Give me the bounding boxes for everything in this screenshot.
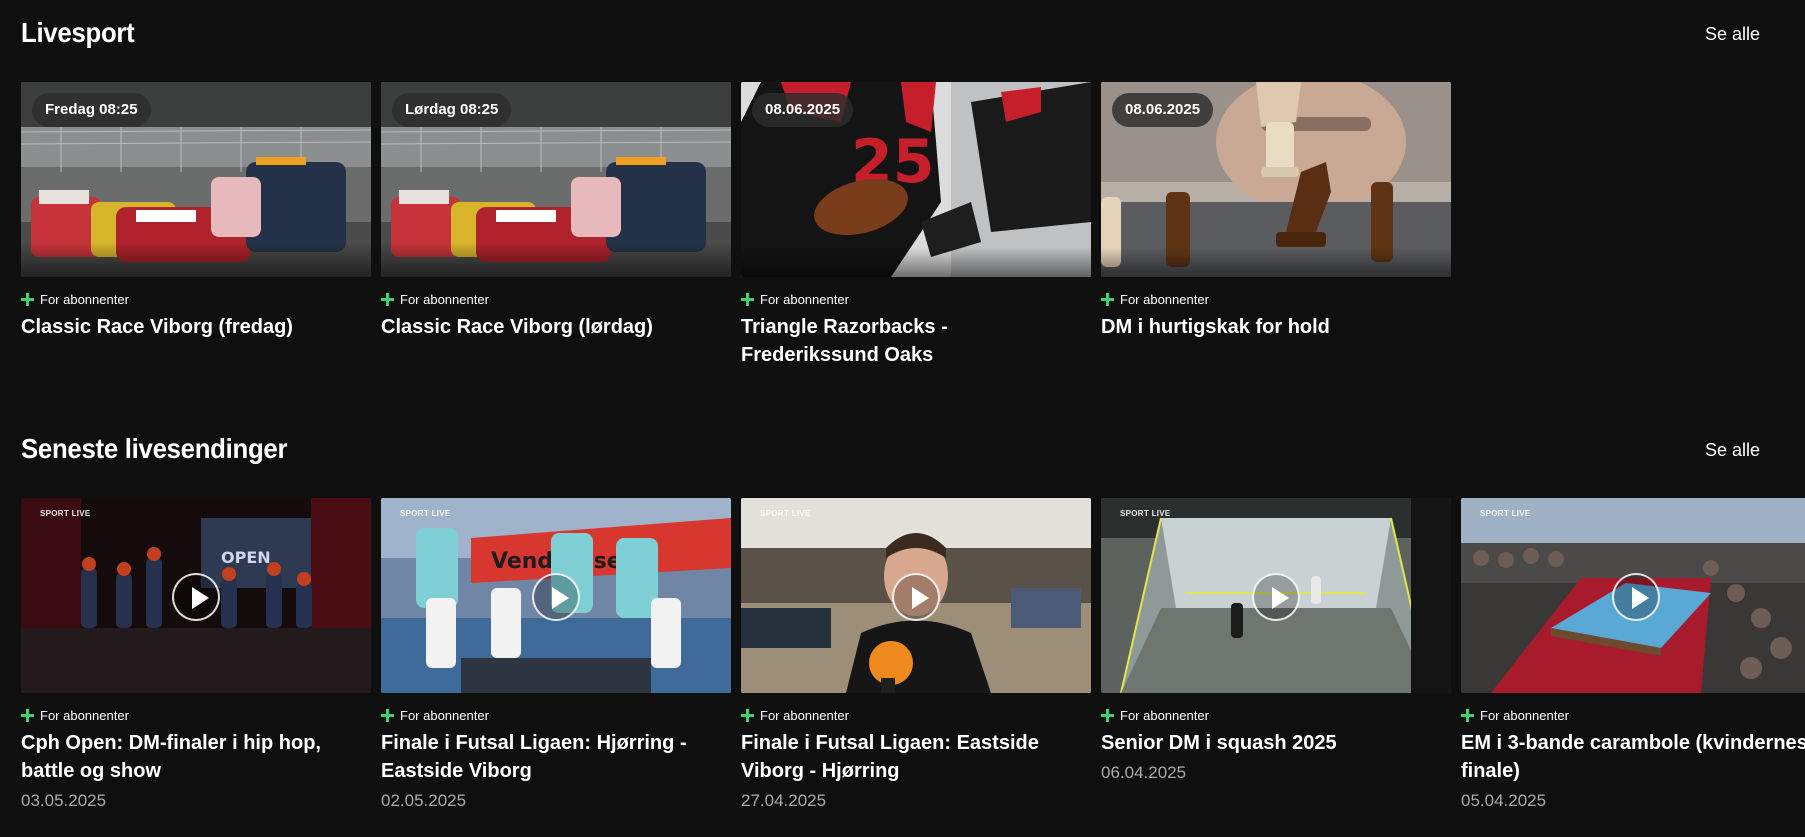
livesport-title: Livesport — [21, 17, 135, 48]
recent-card-squash[interactable]: SPORT LIVE For abonnenter Senior DM i sq… — [1101, 498, 1451, 784]
sport-live-watermark: SPORT LIVE — [1480, 509, 1531, 518]
card-title[interactable]: Classic Race Viborg (fredag) — [21, 313, 371, 341]
subscriber-label: For abonnenter — [40, 291, 129, 307]
subscriber-label: For abonnenter — [1480, 707, 1569, 723]
recent-header: Seneste livesendinger Se alle — [21, 432, 1805, 472]
sport-live-watermark: SPORT LIVE — [400, 509, 451, 518]
livesport-header: Livesport Se alle — [21, 16, 1805, 56]
recent-card-carambole[interactable]: SPORT LIVE For abonnenter EM i 3-bande c… — [1461, 498, 1805, 812]
sport-live-watermark: SPORT LIVE — [40, 509, 91, 518]
subscriber-tag: For abonnenter — [21, 707, 371, 723]
futsal-thumbnail[interactable]: Vendsyssel SPORT LIVE — [381, 498, 731, 693]
subscriber-tag: For abonnenter — [21, 291, 371, 307]
livesport-carousel: Fredag 08:25 For abonnenter Classic Race… — [21, 82, 1805, 412]
play-icon[interactable] — [532, 573, 580, 621]
subscriber-label: For abonnenter — [40, 707, 129, 723]
card-date: 03.05.2025 — [21, 791, 107, 810]
plus-icon — [1101, 292, 1114, 306]
card-title[interactable]: Senior DM i squash 2025 — [1101, 729, 1451, 757]
chess-thumbnail[interactable]: 08.06.2025 — [1101, 82, 1451, 277]
svg-text:OPEN: OPEN — [221, 548, 271, 567]
card-date: 27.04.2025 — [741, 791, 827, 810]
plus-icon — [21, 708, 34, 722]
card-date: 02.05.2025 — [381, 791, 467, 810]
interview-thumbnail[interactable]: SPORT LIVE — [741, 498, 1091, 693]
subscriber-label: For abonnenter — [760, 707, 849, 723]
billiards-thumbnail[interactable]: SPORT LIVE — [1461, 498, 1805, 693]
plus-icon — [741, 292, 754, 306]
subscriber-label: For abonnenter — [400, 707, 489, 723]
card-date: 05.04.2025 — [1461, 791, 1547, 810]
recent-card-hiphop[interactable]: OPEN SPORT LIVE For abonnenter Cph Open:… — [21, 498, 371, 812]
football-thumbnail[interactable]: 25 08.06.2025 — [741, 82, 1091, 277]
race-thumbnail[interactable]: Fredag 08:25 — [21, 82, 371, 277]
recent-carousel: OPEN SPORT LIVE For abonnenter Cph Open:… — [21, 498, 1805, 828]
sport-live-watermark: SPORT LIVE — [760, 509, 811, 518]
play-icon[interactable] — [172, 573, 220, 621]
hiphop-thumbnail[interactable]: OPEN SPORT LIVE — [21, 498, 371, 693]
live-date-badge: Fredag 08:25 — [32, 93, 151, 127]
subscriber-tag: For abonnenter — [381, 707, 731, 723]
play-icon[interactable] — [1252, 573, 1300, 621]
card-title[interactable]: Triangle Razorbacks - Frederikssund Oaks — [741, 313, 1091, 369]
subscriber-tag: For abonnenter — [741, 291, 1091, 307]
live-card-football[interactable]: 25 08.06.2025 For abonnenter Triangle Ra… — [741, 82, 1091, 369]
recent-card-futsal-hjorring[interactable]: Vendsyssel SPORT LIVE For — [381, 498, 731, 812]
recent-card-futsal-eastside[interactable]: SPORT LIVE For abonnenter Finale i Futsa… — [741, 498, 1091, 812]
plus-icon — [741, 708, 754, 722]
plus-icon — [381, 708, 394, 722]
plus-icon — [381, 292, 394, 306]
subscriber-tag: For abonnenter — [381, 291, 731, 307]
live-date-badge: 08.06.2025 — [752, 93, 854, 127]
card-title[interactable]: EM i 3-bande carambole (kvindernes final… — [1461, 729, 1805, 785]
squash-thumbnail[interactable]: SPORT LIVE — [1101, 498, 1451, 693]
subscriber-tag: For abonnenter — [1101, 707, 1451, 723]
subscriber-tag: For abonnenter — [741, 707, 1091, 723]
card-date: 06.04.2025 — [1101, 763, 1187, 782]
card-title[interactable]: Finale i Futsal Ligaen: Hjørring - Easts… — [381, 729, 731, 785]
live-card-classic-race-fredag[interactable]: Fredag 08:25 For abonnenter Classic Race… — [21, 82, 371, 341]
card-title[interactable]: Cph Open: DM-finaler i hip hop, battle o… — [21, 729, 371, 785]
recent-see-all-link[interactable]: Se alle — [1705, 440, 1760, 460]
card-title[interactable]: DM i hurtigskak for hold — [1101, 313, 1451, 341]
sport-live-watermark: SPORT LIVE — [1120, 509, 1171, 518]
plus-icon — [21, 292, 34, 306]
race-thumbnail[interactable]: Lørdag 08:25 — [381, 82, 731, 277]
live-date-badge: Lørdag 08:25 — [392, 93, 512, 127]
plus-icon — [1461, 708, 1474, 722]
subscriber-tag: For abonnenter — [1101, 291, 1451, 307]
subscriber-label: For abonnenter — [1120, 291, 1209, 307]
card-title[interactable]: Classic Race Viborg (lørdag) — [381, 313, 731, 341]
plus-icon — [1101, 708, 1114, 722]
live-card-chess[interactable]: 08.06.2025 For abonnenter DM i hurtigska… — [1101, 82, 1451, 341]
play-icon[interactable] — [1612, 573, 1660, 621]
subscriber-label: For abonnenter — [1120, 707, 1209, 723]
card-title[interactable]: Finale i Futsal Ligaen: Eastside Viborg … — [741, 729, 1091, 785]
live-card-classic-race-lordag[interactable]: Lørdag 08:25 For abonnenter Classic Race… — [381, 82, 731, 341]
subscriber-tag: For abonnenter — [1461, 707, 1805, 723]
play-icon[interactable] — [892, 573, 940, 621]
livesport-see-all-link[interactable]: Se alle — [1705, 24, 1760, 44]
subscriber-label: For abonnenter — [400, 291, 489, 307]
live-date-badge: 08.06.2025 — [1112, 93, 1214, 127]
recent-title: Seneste livesendinger — [21, 433, 288, 464]
subscriber-label: For abonnenter — [760, 291, 849, 307]
